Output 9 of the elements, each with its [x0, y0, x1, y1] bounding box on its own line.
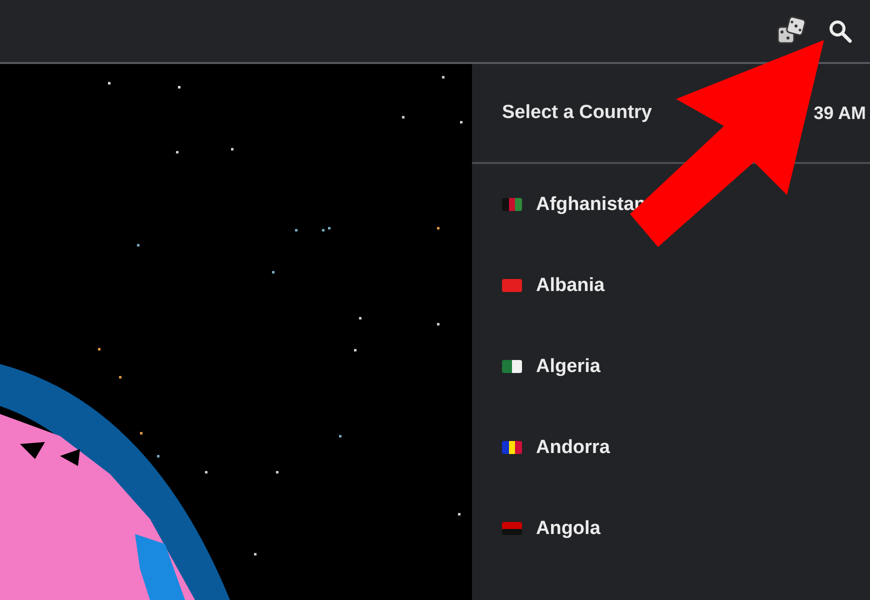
search-icon[interactable]	[828, 19, 852, 43]
panel-title: Select a Country	[502, 102, 652, 124]
country-item[interactable]: Andorra	[472, 407, 870, 488]
country-item[interactable]: Afghanistan	[472, 164, 870, 245]
clock-time: 39 AM	[814, 102, 866, 124]
dice-icon[interactable]	[776, 15, 808, 47]
country-item[interactable]: Angola	[472, 488, 870, 569]
country-item[interactable]: Algeria	[472, 326, 870, 407]
country-item[interactable]: Albania	[472, 245, 870, 326]
